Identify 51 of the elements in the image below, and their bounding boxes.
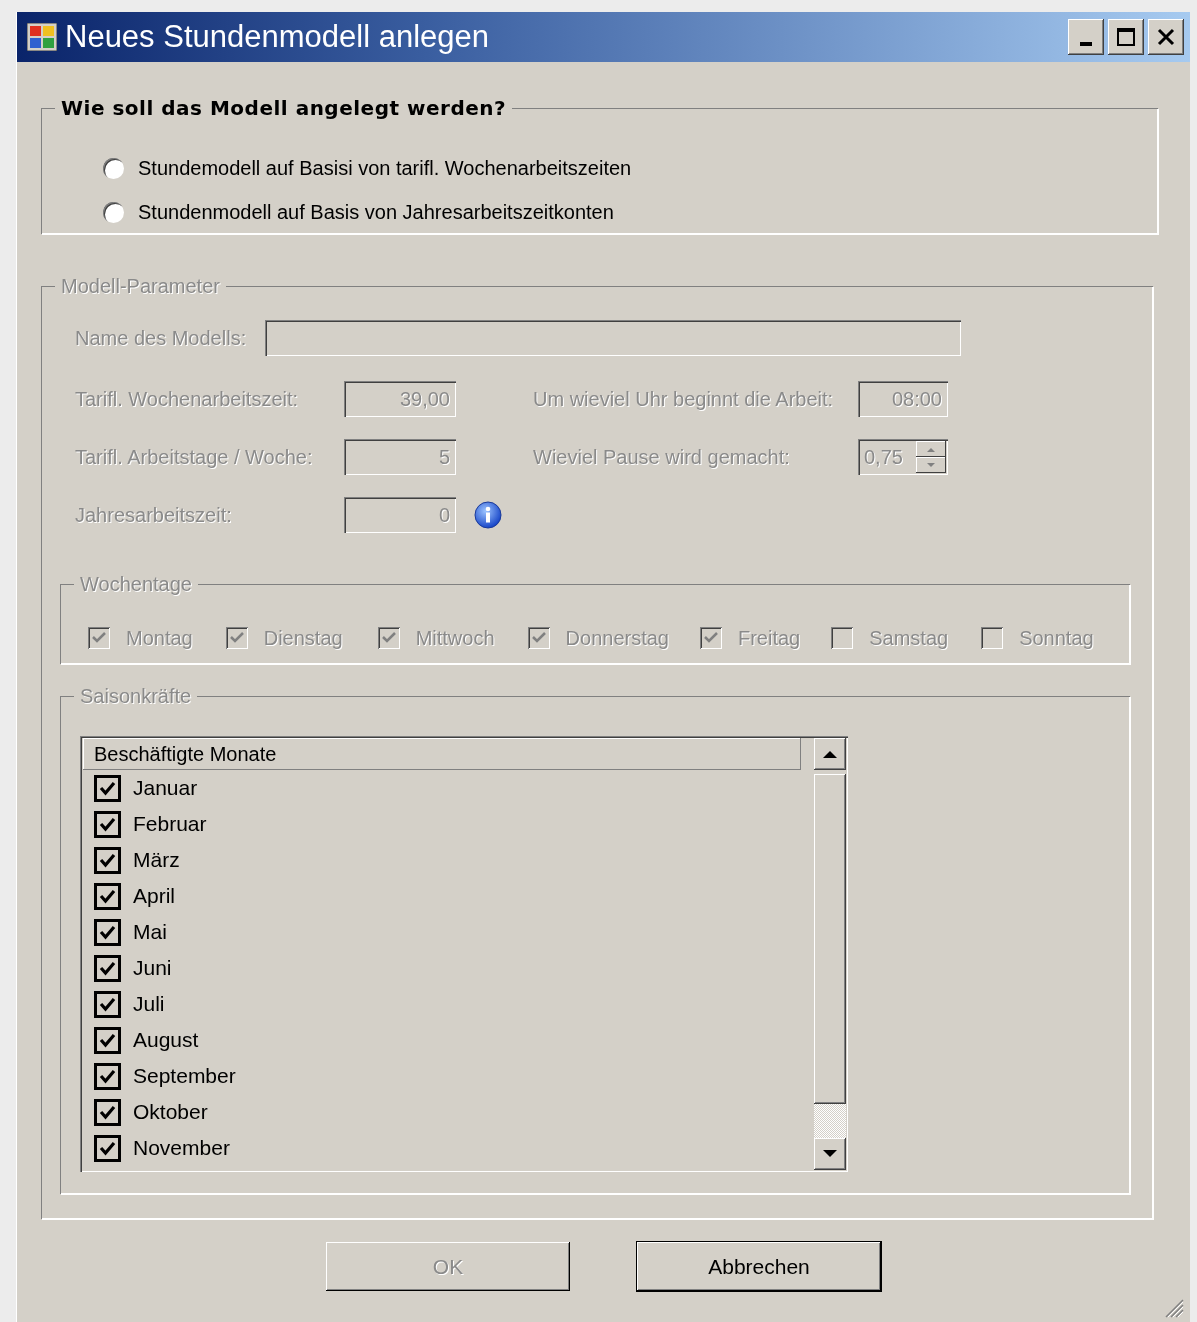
maximize-icon [1116, 27, 1136, 47]
field-label: Name des Modells: [75, 326, 248, 351]
checkbox-label: Donnerstag [565, 626, 669, 651]
checkmark-icon [99, 852, 116, 868]
scroll-down-button[interactable] [814, 1138, 846, 1170]
minimize-icon [1080, 42, 1092, 46]
app-icon [27, 23, 57, 51]
scrollbar[interactable] [814, 738, 846, 1170]
checkmark-icon [99, 888, 116, 904]
checkmark-icon [99, 780, 116, 796]
info-icon [474, 501, 502, 529]
up-arrow-icon [823, 750, 837, 758]
checkmark-icon [99, 1104, 116, 1120]
checkmark-icon [530, 631, 547, 645]
radio-button[interactable] [103, 157, 124, 179]
close-icon [1156, 27, 1176, 47]
scroll-up-button[interactable] [814, 738, 846, 770]
radio-button[interactable] [103, 201, 124, 223]
close-button[interactable] [1148, 19, 1184, 55]
field-label: Tarifl. Arbeitstage / Woche: [75, 445, 314, 470]
checkbox-label: Sonntag [1019, 626, 1094, 651]
checkmark-icon [91, 631, 107, 645]
radio-label: Stundemodell auf Basisi von tarifl. Wochenarbeitszeiten [138, 156, 632, 181]
checkmark-icon [99, 1068, 116, 1084]
down-arrow-icon [927, 462, 935, 468]
up-arrow-icon [927, 446, 935, 452]
checkmark-icon [99, 960, 116, 976]
checkbox-label: Mittwoch [415, 626, 495, 651]
field-label: Wieviel Pause wird gemacht: [533, 445, 791, 470]
checkmark-icon [99, 1032, 116, 1048]
scroll-thumb[interactable] [814, 774, 846, 1104]
checkmark-icon [99, 1140, 116, 1156]
checkbox-label: Samstag [869, 626, 949, 651]
minimize-button[interactable] [1068, 19, 1104, 55]
checkbox-label: Montag [126, 626, 193, 651]
checkmark-icon [99, 924, 116, 940]
field-label: Jahresarbeitszeit: [75, 503, 233, 528]
radio-label: Stundenmodell auf Basis von Jahresarbeitszeitkonten [138, 200, 614, 225]
down-arrow-icon [823, 1150, 837, 1158]
field-label: Um wieviel Uhr beginnt die Arbeit: [533, 387, 835, 412]
checkmark-icon [228, 631, 245, 645]
checkbox-label: Freitag [737, 626, 801, 651]
maximize-button[interactable] [1108, 19, 1144, 55]
window-title: Neues Stundenmodell anlegen [65, 17, 490, 56]
dialog-button[interactable]: Abbrechen [637, 1242, 881, 1291]
checkmark-icon [99, 816, 116, 832]
checkmark-icon [702, 631, 719, 645]
field-label: Tarifl. Wochenarbeitszeit: [75, 387, 300, 412]
checkmark-icon [380, 631, 397, 645]
checkbox-label: Dienstag [263, 626, 343, 651]
checkmark-icon [99, 996, 116, 1012]
